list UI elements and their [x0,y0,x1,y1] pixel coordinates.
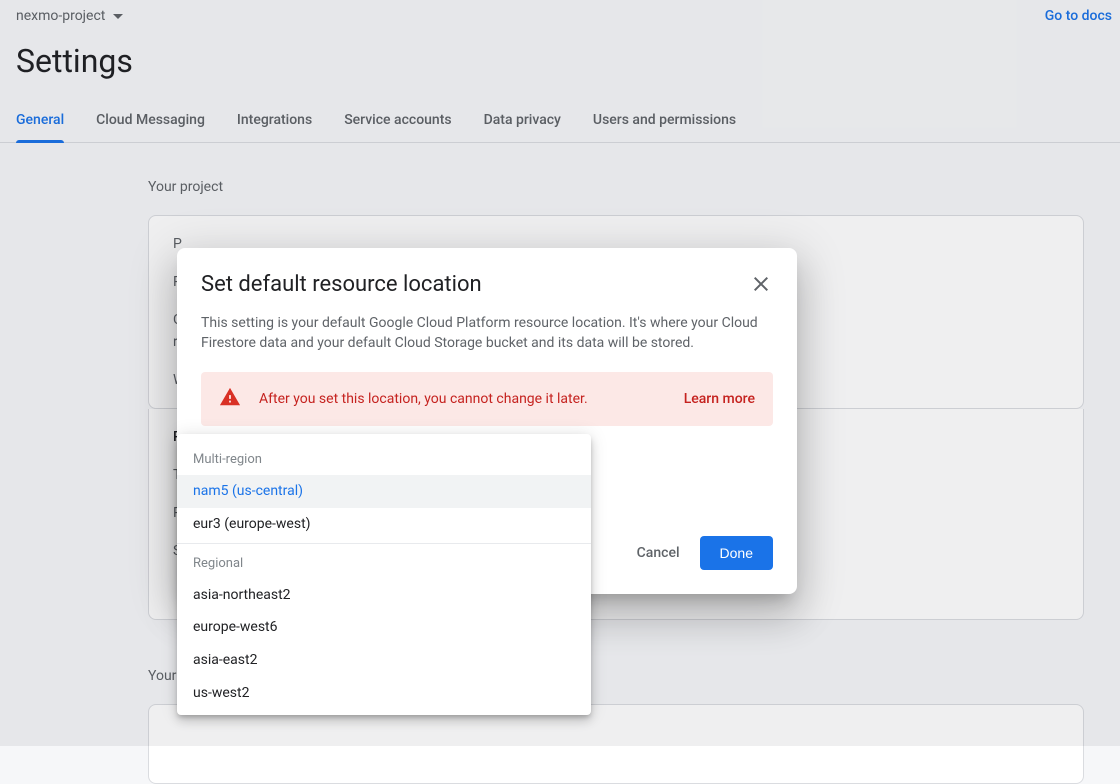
dropdown-option-europe-west6[interactable]: europe-west6 [177,611,591,644]
done-button[interactable]: Done [700,536,773,570]
warning-banner: After you set this location, you cannot … [201,372,773,426]
dropdown-option-eur3[interactable]: eur3 (europe-west) [177,508,591,541]
dropdown-group-regional: Regional [177,544,591,579]
dialog-title: Set default resource location [201,272,482,297]
dropdown-group-multi-region: Multi-region [177,440,591,475]
dropdown-option-asia-northeast2[interactable]: asia-northeast2 [177,579,591,612]
warning-text: After you set this location, you cannot … [259,391,666,407]
dropdown-option-asia-east2[interactable]: asia-east2 [177,644,591,677]
dropdown-option-nam5[interactable]: nam5 (us-central) [177,475,591,508]
close-icon[interactable] [749,272,773,296]
warning-icon [219,386,241,412]
learn-more-link[interactable]: Learn more [684,391,755,407]
dropdown-option-us-west2[interactable]: us-west2 [177,677,591,710]
cancel-button[interactable]: Cancel [637,545,680,561]
dialog-description: This setting is your default Google Clou… [201,313,773,354]
location-dropdown: Multi-region nam5 (us-central) eur3 (eur… [177,434,591,715]
